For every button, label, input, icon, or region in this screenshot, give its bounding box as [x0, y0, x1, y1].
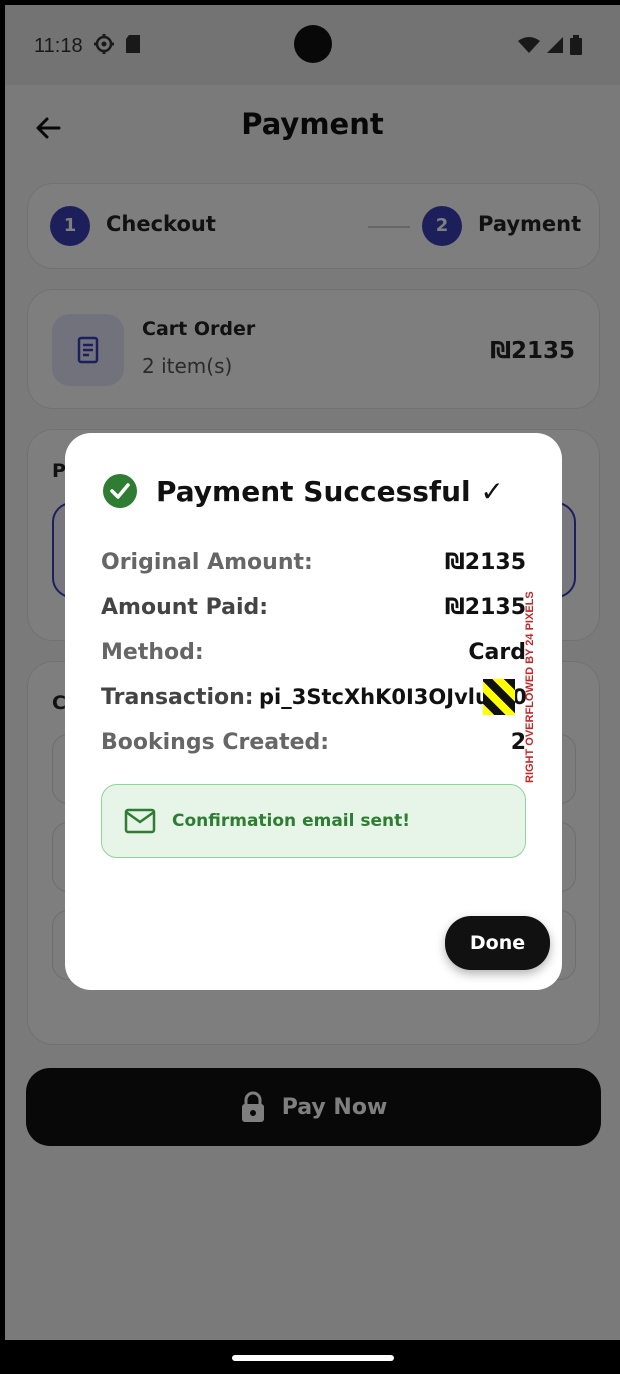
system-nav-bar [5, 1340, 620, 1374]
home-gesture-handle[interactable] [232, 1355, 394, 1361]
check-circle-icon [103, 474, 137, 508]
dialog-title-row: Payment Successful ✓ [102, 473, 504, 509]
screen: 11:18 Payment 1 Checkout 2 Payment Cart … [5, 5, 620, 1374]
amount-paid-row: Amount Paid: ₪2135 [101, 595, 526, 629]
method-label: Method: [101, 640, 204, 665]
original-amount-label: Original Amount: [101, 550, 313, 575]
transaction-label: Transaction: [101, 685, 254, 710]
mail-icon [124, 808, 156, 834]
original-amount-value: ₪2135 [444, 550, 526, 575]
overflow-warning-text: RIGHT OVERFLOWED BY 24 PIXELS [524, 591, 536, 783]
done-button[interactable]: Done [445, 916, 550, 970]
amount-paid-label: Amount Paid: [101, 595, 269, 620]
dialog-title: Payment Successful ✓ [156, 474, 504, 508]
method-row: Method: Card [101, 640, 526, 674]
bookings-created-row: Bookings Created: 2 [101, 730, 526, 764]
payment-success-dialog: Payment Successful ✓ Original Amount: ₪2… [65, 433, 562, 990]
overflow-warning: RIGHT OVERFLOWED BY 24 PIXELS [512, 591, 536, 793]
overflow-warning-stripe [483, 679, 515, 715]
bookings-created-label: Bookings Created: [101, 730, 330, 755]
original-amount-row: Original Amount: ₪2135 [101, 550, 526, 584]
email-notice-text: Confirmation email sent! [172, 811, 410, 831]
email-confirmation-notice: Confirmation email sent! [101, 784, 526, 858]
